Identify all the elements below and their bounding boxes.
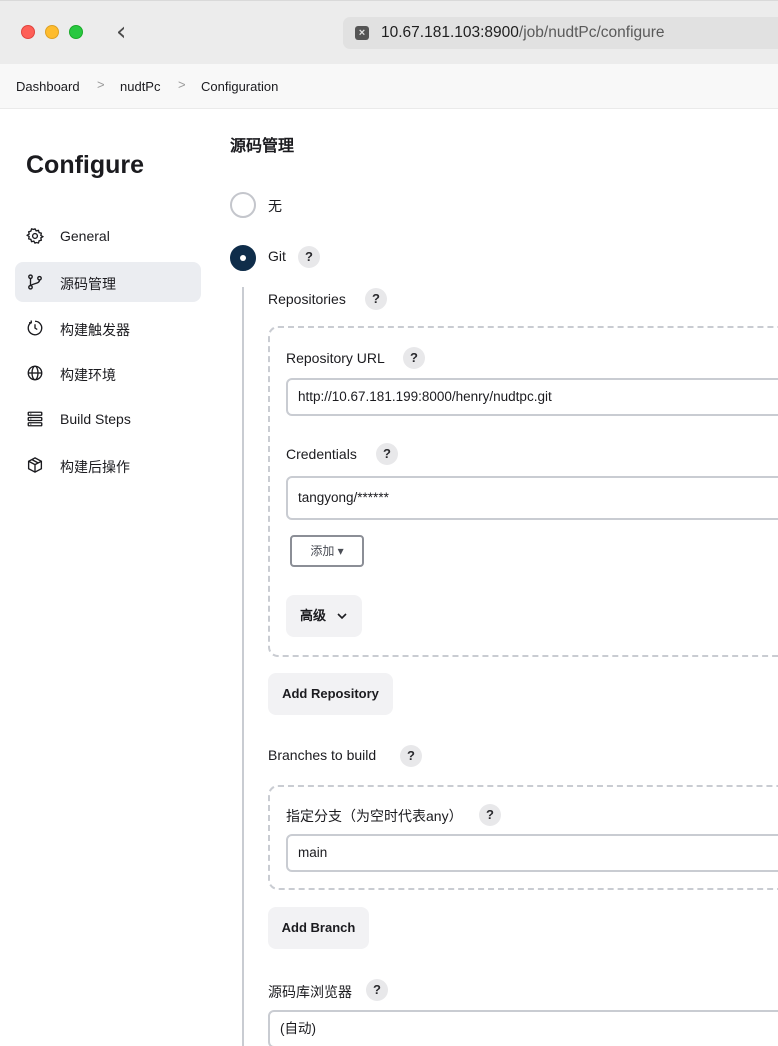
not-secure-icon: × <box>355 26 369 40</box>
breadcrumb-configuration[interactable]: Configuration <box>201 79 278 94</box>
section-title: 源码管理 <box>230 138 295 155</box>
help-icon[interactable]: ? <box>400 745 422 767</box>
sidebar-item-triggers[interactable]: 构建触发器 <box>15 308 201 348</box>
sidebar-item-environment[interactable]: 构建环境 <box>15 353 201 393</box>
help-icon[interactable]: ? <box>479 804 501 826</box>
branches-label: Branches to build <box>268 747 377 763</box>
page-title: Configure <box>26 151 145 179</box>
list-icon <box>27 411 43 427</box>
add-branch-button[interactable]: Add Branch <box>268 907 369 949</box>
breadcrumb-job[interactable]: nudtPc <box>120 79 160 94</box>
add-credentials-button[interactable]: 添加 ▾ <box>290 535 364 567</box>
maximize-window-button[interactable] <box>69 25 83 39</box>
repositories-label: Repositories <box>268 291 346 307</box>
help-icon[interactable]: ? <box>403 347 425 369</box>
advanced-button[interactable]: 高级 <box>286 595 362 637</box>
credentials-select[interactable]: tangyong/****** <box>286 476 778 520</box>
chevron-right-icon: > <box>178 77 186 92</box>
url-text: 10.67.181.103:8900/job/nudtPc/configure <box>381 24 665 42</box>
sidebar-item-label: General <box>60 228 110 244</box>
sidebar-item-build-steps[interactable]: Build Steps <box>15 399 201 439</box>
url-host: 10.67.181.103:8900 <box>381 24 519 41</box>
radio-git[interactable] <box>230 245 256 271</box>
minimize-window-button[interactable] <box>45 25 59 39</box>
sidebar-item-general[interactable]: General <box>15 216 201 256</box>
branch-icon <box>28 274 42 290</box>
sidebar-item-label: 构建后操作 <box>60 459 130 475</box>
gear-icon <box>26 228 44 245</box>
repo-url-label: Repository URL <box>286 350 385 366</box>
credentials-label: Credentials <box>286 446 357 462</box>
git-section-indent <box>242 287 244 1046</box>
help-icon[interactable]: ? <box>376 443 398 465</box>
url-path: /job/nudtPc/configure <box>518 24 665 41</box>
help-icon[interactable]: ? <box>365 288 387 310</box>
add-repository-button[interactable]: Add Repository <box>268 673 393 715</box>
radio-git-label: Git <box>268 248 286 264</box>
breadcrumb-dashboard[interactable]: Dashboard <box>16 79 80 94</box>
sidebar-item-label: 构建触发器 <box>60 322 130 338</box>
breadcrumb: Dashboard > nudtPc > Configuration <box>0 64 778 109</box>
help-icon[interactable]: ? <box>366 979 388 1001</box>
chevron-down-icon <box>337 613 347 620</box>
sidebar-item-label: 构建环境 <box>60 367 116 383</box>
browser-titlebar: ‹ × 10.67.181.103:8900/job/nudtPc/config… <box>0 0 778 64</box>
address-bar[interactable]: × 10.67.181.103:8900/job/nudtPc/configur… <box>343 17 778 49</box>
globe-icon <box>27 365 43 381</box>
back-icon[interactable]: ‹ <box>116 19 138 47</box>
clock-icon <box>27 320 43 336</box>
repo-url-input[interactable]: http://10.67.181.199:8000/henry/nudtpc.g… <box>286 378 778 416</box>
branch-spec-label: 指定分支（为空时代表any） <box>286 808 463 824</box>
radio-none-label: 无 <box>268 198 282 214</box>
help-icon[interactable]: ? <box>298 246 320 268</box>
branch-spec-input[interactable]: main <box>286 834 778 872</box>
repository-browser-label: 源码库浏览器 <box>268 984 352 1000</box>
chevron-right-icon: > <box>97 77 105 92</box>
sidebar-item-scm[interactable]: 源码管理 <box>15 262 201 302</box>
sidebar-item-post-build[interactable]: 构建后操作 <box>15 445 201 485</box>
advanced-button-label: 高级 <box>300 608 327 623</box>
cube-icon <box>27 457 43 473</box>
sidebar-item-label: Build Steps <box>60 411 131 427</box>
repository-browser-select[interactable]: (自动) <box>268 1010 778 1046</box>
radio-none[interactable] <box>230 192 256 218</box>
close-window-button[interactable] <box>21 25 35 39</box>
sidebar-item-label: 源码管理 <box>60 276 116 292</box>
